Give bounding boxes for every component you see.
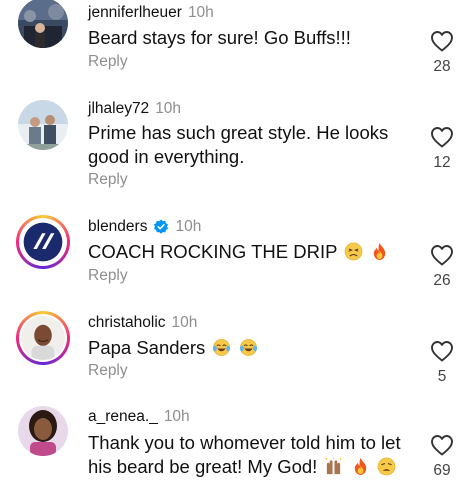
heart-icon[interactable]: [430, 126, 454, 148]
timestamp: 10h: [163, 408, 190, 425]
comment-text-body: Papa Sanders: [88, 337, 206, 358]
like-control: 26: [422, 244, 462, 290]
fire-icon: [374, 242, 386, 261]
username[interactable]: jenniferlheuer: [88, 4, 182, 22]
avatar[interactable]: [18, 100, 68, 150]
weary-face-icon: [377, 457, 396, 476]
like-count: 69: [433, 462, 451, 479]
timestamp: 10h: [175, 218, 202, 235]
raised-hands-icon: [325, 457, 342, 475]
persevering-face-icon: [344, 242, 363, 261]
like-count: 12: [433, 154, 451, 171]
verified-badge-icon: [154, 219, 169, 234]
heart-icon[interactable]: [430, 30, 454, 52]
heart-icon[interactable]: [430, 434, 454, 456]
reply-button[interactable]: Reply: [88, 267, 128, 285]
like-count: 28: [433, 58, 451, 75]
like-control: 12: [422, 126, 462, 172]
reply-button[interactable]: Reply: [88, 53, 128, 71]
timestamp: 10h: [171, 314, 198, 331]
like-control: 5: [422, 340, 462, 386]
comment-text: Beard stays for sure! Go Buffs!!!: [88, 27, 351, 48]
comment-meta: jenniferlheuer 10h: [88, 4, 214, 22]
username[interactable]: a_renea._: [88, 408, 158, 426]
like-count: 26: [433, 272, 451, 289]
username[interactable]: blenders: [88, 218, 147, 236]
reply-button[interactable]: Reply: [88, 171, 128, 189]
comment-text: Thank you to whomever told him to let hi…: [88, 431, 418, 479]
heart-icon[interactable]: [430, 340, 454, 362]
avatar[interactable]: [18, 406, 68, 456]
like-control: 69: [422, 434, 462, 480]
tears-of-joy-icon: [239, 339, 257, 356]
comment-meta: jlhaley72 10h: [88, 100, 181, 118]
avatar[interactable]: [18, 0, 68, 48]
username[interactable]: jlhaley72: [88, 100, 149, 118]
timestamp: 10h: [187, 4, 214, 21]
tears-of-joy-icon: [213, 339, 231, 356]
like-control: 28: [422, 30, 462, 76]
username[interactable]: christaholic: [88, 314, 166, 332]
comment-text: COACH ROCKING THE DRIP: [88, 240, 418, 264]
timestamp: 10h: [155, 100, 182, 117]
reply-button[interactable]: Reply: [88, 362, 128, 380]
heart-icon[interactable]: [430, 244, 454, 266]
comment-text-body: COACH ROCKING THE DRIP: [88, 241, 338, 262]
comment-meta: a_renea._ 10h: [88, 408, 190, 426]
comment-text: Prime has such great style. He looks goo…: [88, 122, 389, 167]
fire-icon: [354, 457, 366, 476]
comment-meta: blenders 10h: [88, 218, 201, 236]
like-count: 5: [437, 368, 447, 385]
comment-text: Papa Sanders: [88, 336, 418, 360]
avatar[interactable]: [16, 311, 70, 365]
avatar[interactable]: [16, 215, 70, 269]
comment-meta: christaholic 10h: [88, 314, 197, 332]
